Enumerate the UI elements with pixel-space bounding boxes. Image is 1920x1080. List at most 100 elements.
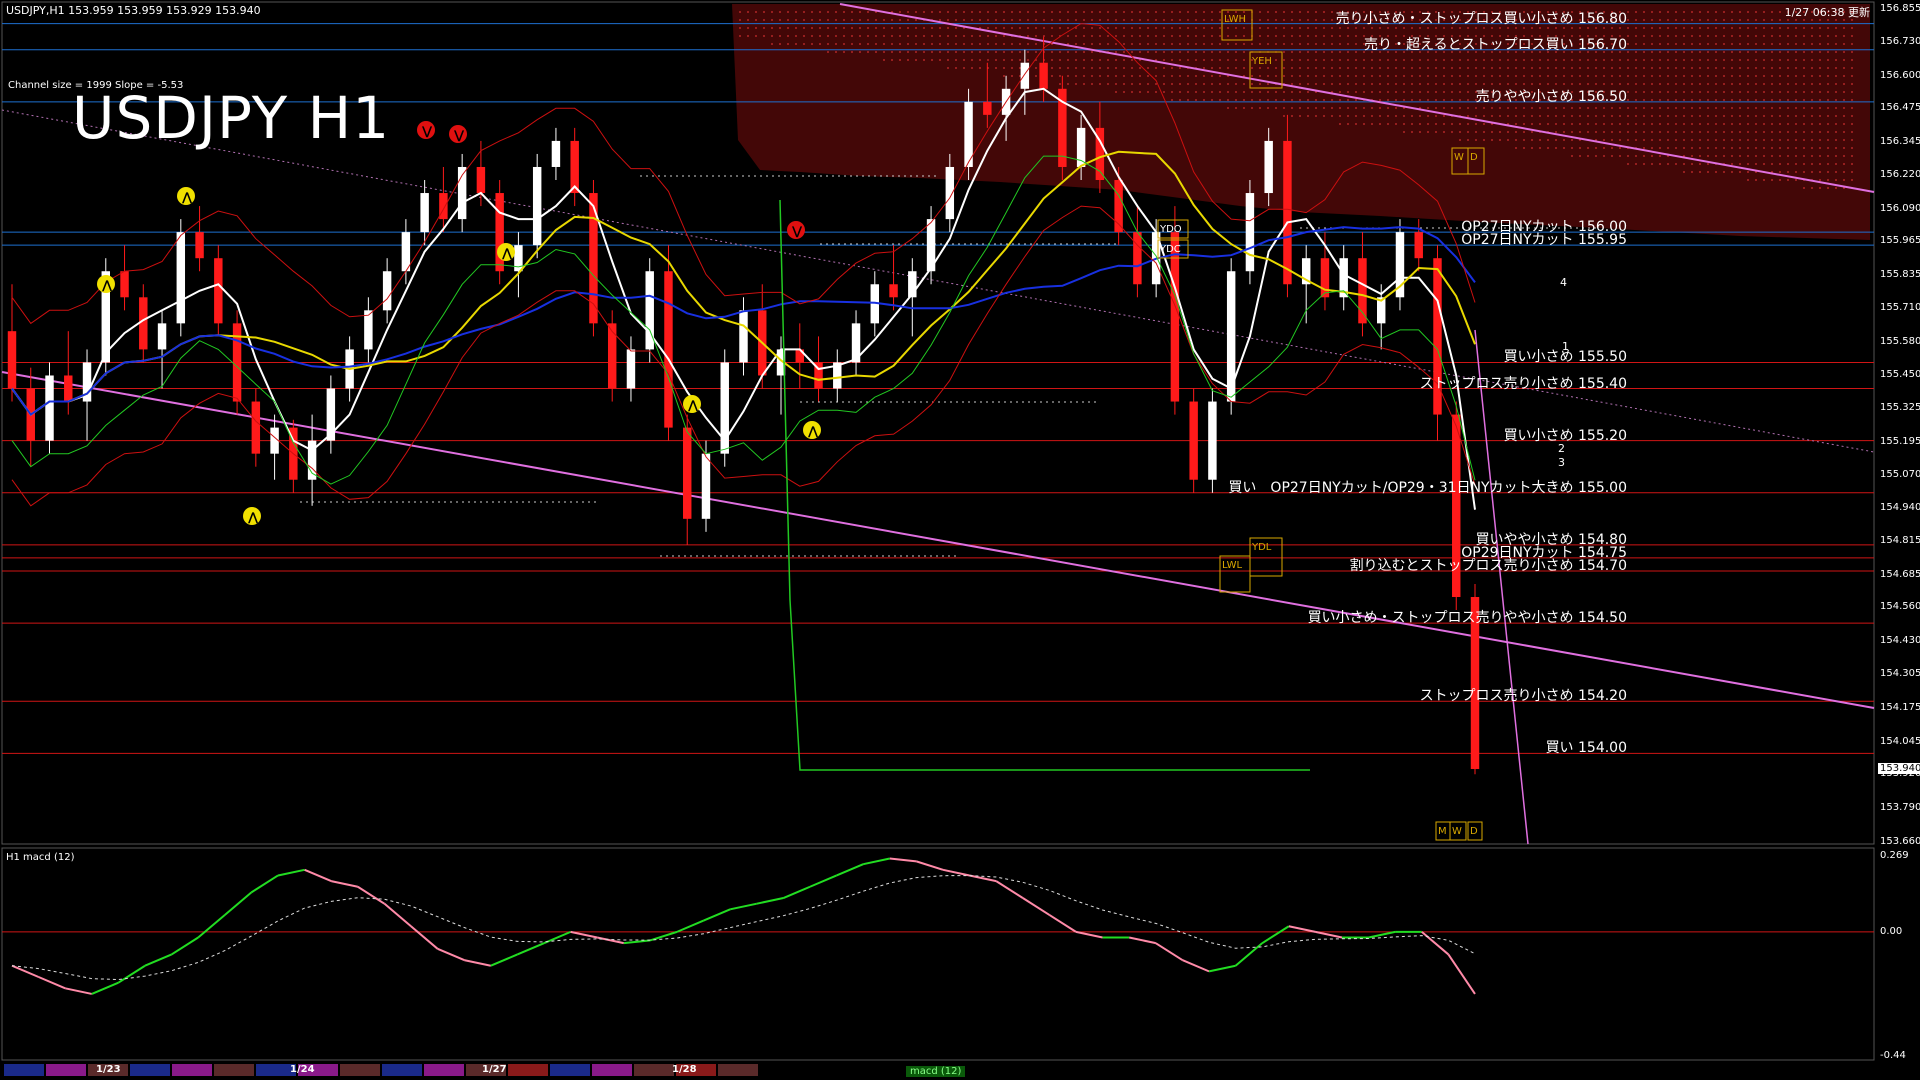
cloud-dot	[1611, 155, 1613, 157]
cloud-dot	[939, 59, 941, 61]
cloud-dot	[1851, 67, 1853, 69]
cloud-dot	[1747, 139, 1749, 141]
cloud-dot	[1635, 59, 1637, 61]
cloud-dot	[1171, 99, 1173, 101]
cloud-dot	[915, 35, 917, 37]
cloud-dot	[1371, 67, 1373, 69]
cloud-dot	[1811, 163, 1813, 165]
cloud-dot	[1843, 131, 1845, 133]
cloud-dot	[1115, 59, 1117, 61]
session-block	[214, 1064, 254, 1076]
cloud-dot	[1155, 11, 1157, 13]
cloud-dot	[1579, 59, 1581, 61]
cloud-dot	[1115, 91, 1117, 93]
cloud-dot	[1115, 35, 1117, 37]
cloud-dot	[1835, 155, 1837, 157]
cloud-dot	[1187, 11, 1189, 13]
cloud-dot	[1555, 107, 1557, 109]
cloud-dot	[1299, 75, 1301, 77]
cloud-dot	[1195, 99, 1197, 101]
cloud-dot	[1059, 19, 1061, 21]
cloud-dot	[1347, 35, 1349, 37]
cloud-dot	[1515, 131, 1517, 133]
cloud-dot	[1819, 155, 1821, 157]
cloud-dot	[1531, 131, 1533, 133]
cloud-dot	[1291, 67, 1293, 69]
cloud-dot	[1611, 147, 1613, 149]
cloud-dot	[1411, 59, 1413, 61]
cloud-dot	[1571, 131, 1573, 133]
cloud-dot	[1403, 67, 1405, 69]
fractal-arrow-glyph: ⋀	[248, 510, 259, 524]
cloud-dot	[803, 27, 805, 29]
cloud-dot	[1539, 75, 1541, 77]
cloud-dot	[1643, 163, 1645, 165]
cloud-dot	[1635, 107, 1637, 109]
cloud-dot	[1651, 35, 1653, 37]
cloud-dot	[1075, 51, 1077, 53]
cloud-dot	[827, 43, 829, 45]
cloud-dot	[1787, 59, 1789, 61]
cloud-dot	[1011, 43, 1013, 45]
cloud-dot	[1211, 75, 1213, 77]
cloud-dot	[1323, 67, 1325, 69]
cloud-dot	[1603, 155, 1605, 157]
cloud-dot	[1011, 27, 1013, 29]
cloud-dot	[1595, 155, 1597, 157]
cloud-dot	[1779, 171, 1781, 173]
cloud-dot	[1563, 139, 1565, 141]
cloud-dot	[971, 35, 973, 37]
cloud-dot	[1275, 91, 1277, 93]
cloud-dot	[1123, 35, 1125, 37]
cloud-dot	[1827, 187, 1829, 189]
price-tick: 155.450	[1880, 369, 1920, 381]
cloud-dot	[1747, 107, 1749, 109]
cloud-dot	[1643, 19, 1645, 21]
cloud-dot	[1803, 147, 1805, 149]
cloud-dot	[1603, 123, 1605, 125]
cloud-dot	[1203, 35, 1205, 37]
cloud-dot	[1387, 75, 1389, 77]
cloud-dot	[803, 43, 805, 45]
cloud-dot	[1555, 147, 1557, 149]
cloud-dot	[1675, 99, 1677, 101]
cloud-dot	[1299, 115, 1301, 117]
cloud-dot	[1259, 35, 1261, 37]
cloud-dot	[1619, 131, 1621, 133]
cloud-dot	[867, 51, 869, 53]
cloud-dot	[1659, 123, 1661, 125]
cloud-dot	[1787, 75, 1789, 77]
candle-body	[1283, 140, 1292, 285]
cloud-dot	[1195, 27, 1197, 29]
price-tick: 156.345	[1880, 136, 1920, 148]
cloud-dot	[1371, 107, 1373, 109]
cloud-dot	[1091, 27, 1093, 29]
cloud-dot	[1851, 139, 1853, 141]
cloud-dot	[1507, 115, 1509, 117]
cloud-dot	[875, 51, 877, 53]
cloud-dot	[1699, 27, 1701, 29]
cloud-dot	[1395, 59, 1397, 61]
candle-body	[1020, 62, 1030, 89]
cloud-dot	[1683, 107, 1685, 109]
cloud-dot	[1699, 11, 1701, 13]
cloud-dot	[1339, 51, 1341, 53]
cloud-dot	[1771, 35, 1773, 37]
cloud-dot	[923, 11, 925, 13]
cloud-dot	[1035, 51, 1037, 53]
cloud-dot	[1307, 115, 1309, 117]
price-chart[interactable]: LWHYEHYDOYDCYDLLWLW DM W D1234⋀⋀⋀⋀⋀⋀⋁⋁⋁	[0, 0, 1920, 1080]
session-block	[550, 1064, 590, 1076]
cloud-dot	[1627, 155, 1629, 157]
cloud-dot	[1835, 115, 1837, 117]
cloud-dot	[1003, 35, 1005, 37]
cloud-dot	[1763, 99, 1765, 101]
cloud-dot	[1827, 59, 1829, 61]
cloud-dot	[1835, 67, 1837, 69]
cloud-dot	[1139, 75, 1141, 77]
cloud-dot	[1531, 115, 1533, 117]
cloud-dot	[1163, 75, 1165, 77]
cloud-dot	[1667, 131, 1669, 133]
cloud-dot	[1699, 83, 1701, 85]
cloud-dot	[1395, 123, 1397, 125]
